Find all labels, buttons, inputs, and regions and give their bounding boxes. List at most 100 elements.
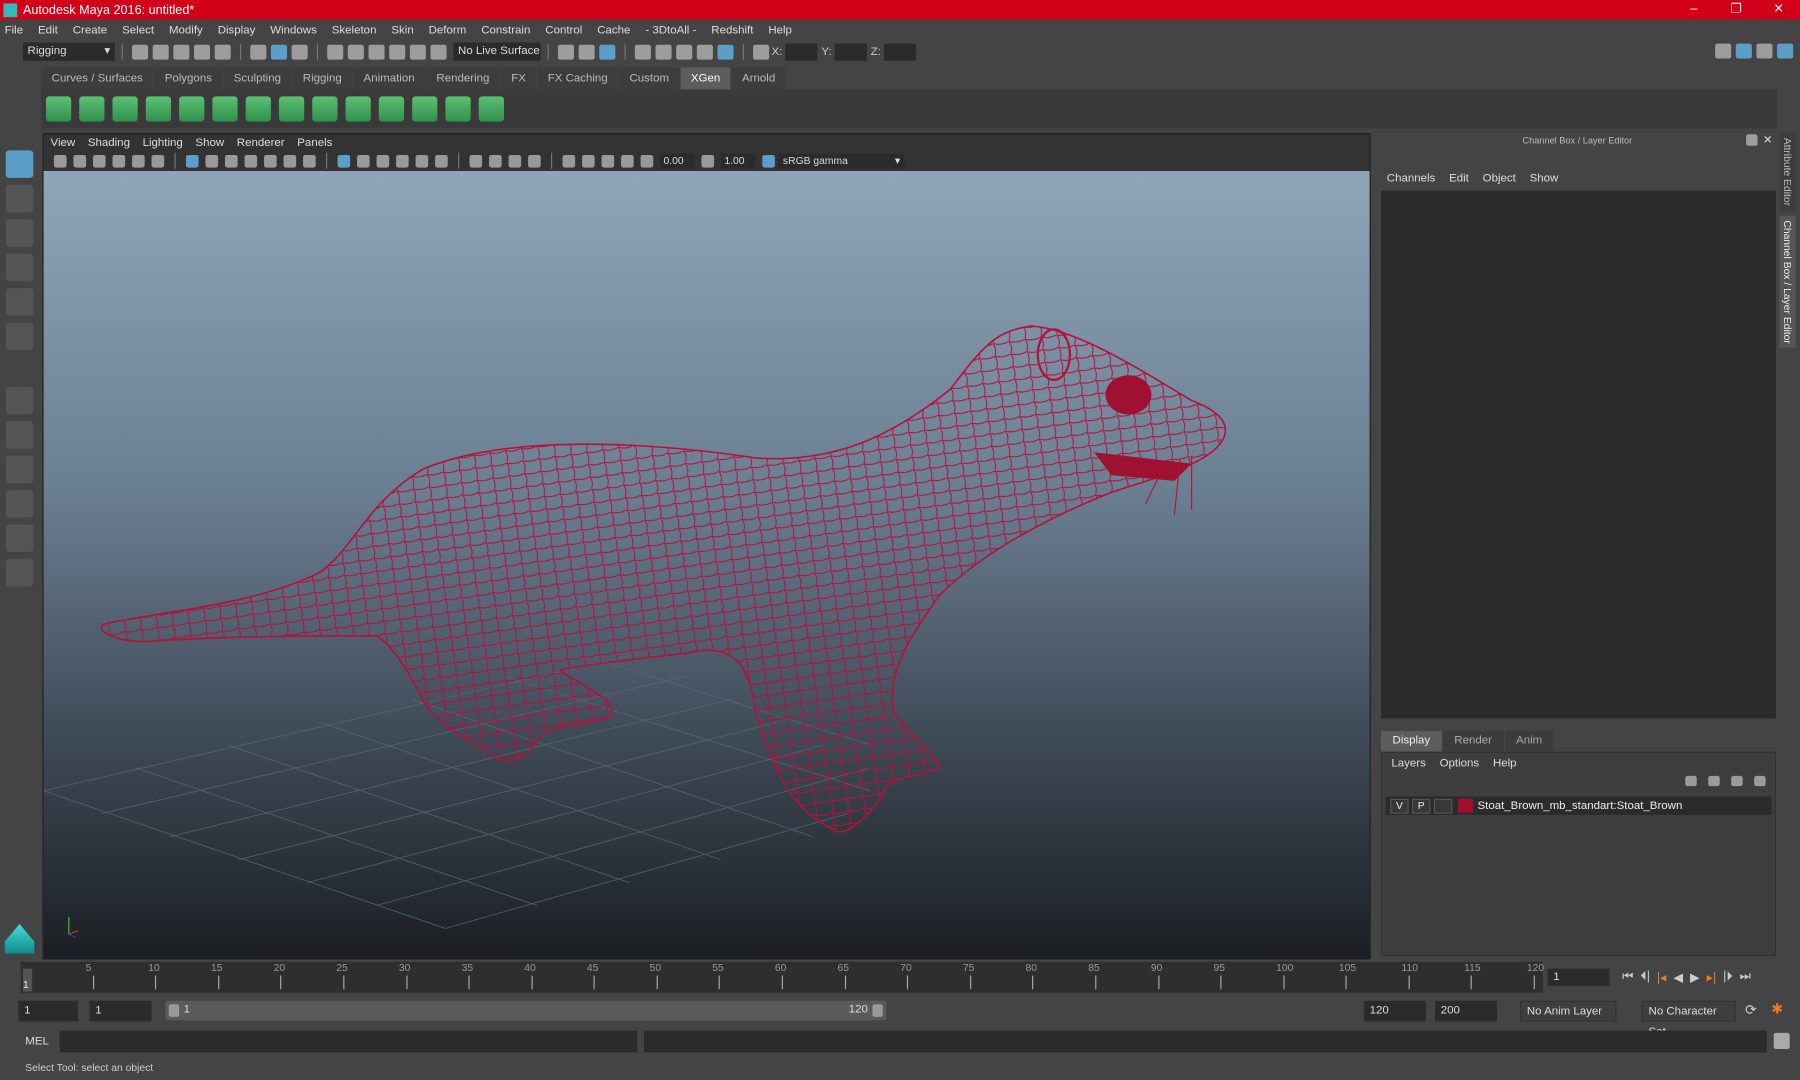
textured-icon[interactable]	[396, 154, 409, 167]
hypershade-layout-icon[interactable]	[5, 558, 34, 587]
tab-rigging[interactable]: Rigging	[292, 67, 353, 90]
snap-view-icon[interactable]	[389, 44, 406, 60]
animation-preferences-icon[interactable]: ✱	[1771, 1001, 1783, 1017]
snap-curve-icon[interactable]	[347, 44, 364, 60]
select-hierarchy-icon[interactable]	[250, 44, 267, 60]
play-forwards-icon[interactable]: ▶	[1690, 970, 1700, 985]
redo-icon[interactable]	[214, 44, 231, 60]
z-field[interactable]	[884, 43, 917, 61]
layer-row[interactable]: V P Stoat_Brown_mb_standart:Stoat_Brown	[1385, 796, 1772, 815]
current-frame-marker[interactable]: 1	[22, 968, 33, 992]
channel-box-menu-show[interactable]: Show	[1530, 172, 1559, 185]
channel-box-list[interactable]	[1381, 190, 1776, 719]
xgen-window-icon[interactable]	[45, 96, 72, 122]
exposure-field[interactable]: 0.00	[660, 153, 695, 169]
float-panel-icon[interactable]	[1745, 134, 1758, 146]
y-field[interactable]	[835, 43, 868, 61]
menu-redshift[interactable]: Redshift	[711, 24, 753, 37]
field-chart-icon[interactable]	[264, 154, 277, 167]
playback-end-field[interactable]: 120	[1363, 1000, 1426, 1022]
color-space-select[interactable]: sRGB gamma ▾	[778, 153, 905, 169]
output-ops-icon[interactable]	[578, 44, 595, 60]
layer-playback-toggle[interactable]: P	[1412, 798, 1431, 814]
play-backwards-icon[interactable]: ◀	[1673, 970, 1683, 985]
close-button[interactable]: ✕	[1758, 0, 1800, 20]
exposure-icon[interactable]	[640, 154, 654, 167]
viewport-menu-lighting[interactable]: Lighting	[143, 134, 183, 151]
tab-polygons[interactable]: Polygons	[154, 67, 223, 90]
tab-animation[interactable]: Animation	[353, 67, 425, 90]
viewport-menu-panels[interactable]: Panels	[297, 134, 332, 151]
tab-sculpting[interactable]: Sculpting	[223, 67, 292, 90]
animation-end-field[interactable]: 200	[1435, 1000, 1497, 1022]
wireframe-icon[interactable]	[337, 154, 351, 167]
current-frame-field[interactable]: 1	[1547, 968, 1610, 986]
use-lights-icon[interactable]	[415, 154, 429, 167]
normalize-guides-icon[interactable]	[445, 96, 471, 122]
snap-live-icon[interactable]	[430, 44, 447, 60]
xray-icon[interactable]	[582, 154, 595, 167]
grid-toggle-icon[interactable]	[185, 154, 199, 167]
new-layer-selected-icon[interactable]	[1754, 775, 1766, 787]
construction-history-icon[interactable]	[599, 44, 616, 60]
2d-pan-icon[interactable]	[132, 154, 145, 167]
auto-key-icon[interactable]: ⟳	[1745, 1002, 1757, 1018]
gamma-field[interactable]: 1.00	[720, 153, 756, 169]
snap-surface-icon[interactable]	[409, 44, 426, 60]
open-scene-icon[interactable]	[152, 44, 169, 60]
menu-modify[interactable]: Modify	[169, 24, 203, 37]
safe-action-icon[interactable]	[283, 154, 297, 167]
safe-title-icon[interactable]	[303, 154, 316, 167]
command-input[interactable]	[59, 1030, 638, 1053]
new-scene-icon[interactable]	[132, 44, 149, 60]
command-language-label[interactable]: MEL	[25, 1035, 49, 1048]
smooth-shade-icon[interactable]	[357, 154, 370, 167]
menu-constrain[interactable]: Constrain	[481, 24, 530, 37]
close-panel-icon[interactable]: ✕	[1763, 134, 1773, 147]
motion-blur-icon[interactable]	[489, 154, 502, 167]
x-field[interactable]	[785, 43, 818, 61]
camera-attributes-icon[interactable]	[73, 154, 87, 167]
select-tool-icon[interactable]	[5, 150, 34, 178]
tab-custom[interactable]: Custom	[619, 67, 680, 90]
input-ops-icon[interactable]	[557, 44, 574, 60]
anti-aliasing-icon[interactable]	[508, 154, 522, 167]
depth-of-field-icon[interactable]	[528, 154, 541, 167]
layer-visibility-toggle[interactable]: V	[1390, 798, 1409, 814]
menu-help[interactable]: Help	[768, 24, 792, 37]
toggle-guides-icon[interactable]	[245, 96, 271, 122]
paint-select-tool-icon[interactable]	[5, 219, 34, 247]
undo-icon[interactable]	[194, 44, 211, 60]
menu-create[interactable]: Create	[73, 24, 107, 37]
menu-edit[interactable]: Edit	[38, 24, 58, 37]
maximize-button[interactable]: ❐	[1715, 0, 1757, 20]
tab-anim[interactable]: Anim	[1504, 731, 1554, 752]
stoat-wireframe-mesh[interactable]	[44, 171, 1370, 959]
step-back-frame-icon[interactable]: ⏴|	[1640, 970, 1650, 985]
tab-fx-caching[interactable]: FX Caching	[537, 67, 619, 90]
lock-guides-icon[interactable]	[278, 96, 305, 122]
lasso-tool-icon[interactable]	[5, 184, 34, 213]
step-forward-key-icon[interactable]: ▸|	[1707, 970, 1717, 985]
wireframe-on-shaded-icon[interactable]	[376, 154, 390, 167]
gamma-icon[interactable]	[701, 154, 715, 167]
script-editor-icon[interactable]	[1773, 1032, 1790, 1049]
bookmark-icon[interactable]	[92, 154, 106, 167]
tab-arnold[interactable]: Arnold	[731, 67, 786, 90]
snap-point-icon[interactable]	[368, 44, 385, 60]
go-to-start-icon[interactable]: ⏮	[1622, 970, 1633, 985]
move-layer-up-icon[interactable]	[1685, 775, 1697, 787]
channel-box-menu-edit[interactable]: Edit	[1449, 172, 1469, 185]
playback-start-field[interactable]: 1	[89, 1000, 152, 1022]
tab-channel-box[interactable]: Channel Box / Layer Editor	[1779, 215, 1796, 348]
snap-grid-icon[interactable]	[327, 44, 344, 60]
color-management-icon[interactable]	[762, 154, 775, 167]
menu-deform[interactable]: Deform	[429, 24, 467, 37]
four-view-layout-icon[interactable]	[5, 421, 34, 449]
layer-menu-help[interactable]: Help	[1493, 757, 1517, 770]
layer-display-type-toggle[interactable]	[1433, 798, 1453, 814]
create-description-icon[interactable]	[79, 96, 105, 122]
ipr-render-icon[interactable]	[676, 44, 693, 60]
grease-pencil-icon[interactable]	[151, 154, 165, 167]
channel-box-menu-object[interactable]: Object	[1483, 172, 1516, 185]
